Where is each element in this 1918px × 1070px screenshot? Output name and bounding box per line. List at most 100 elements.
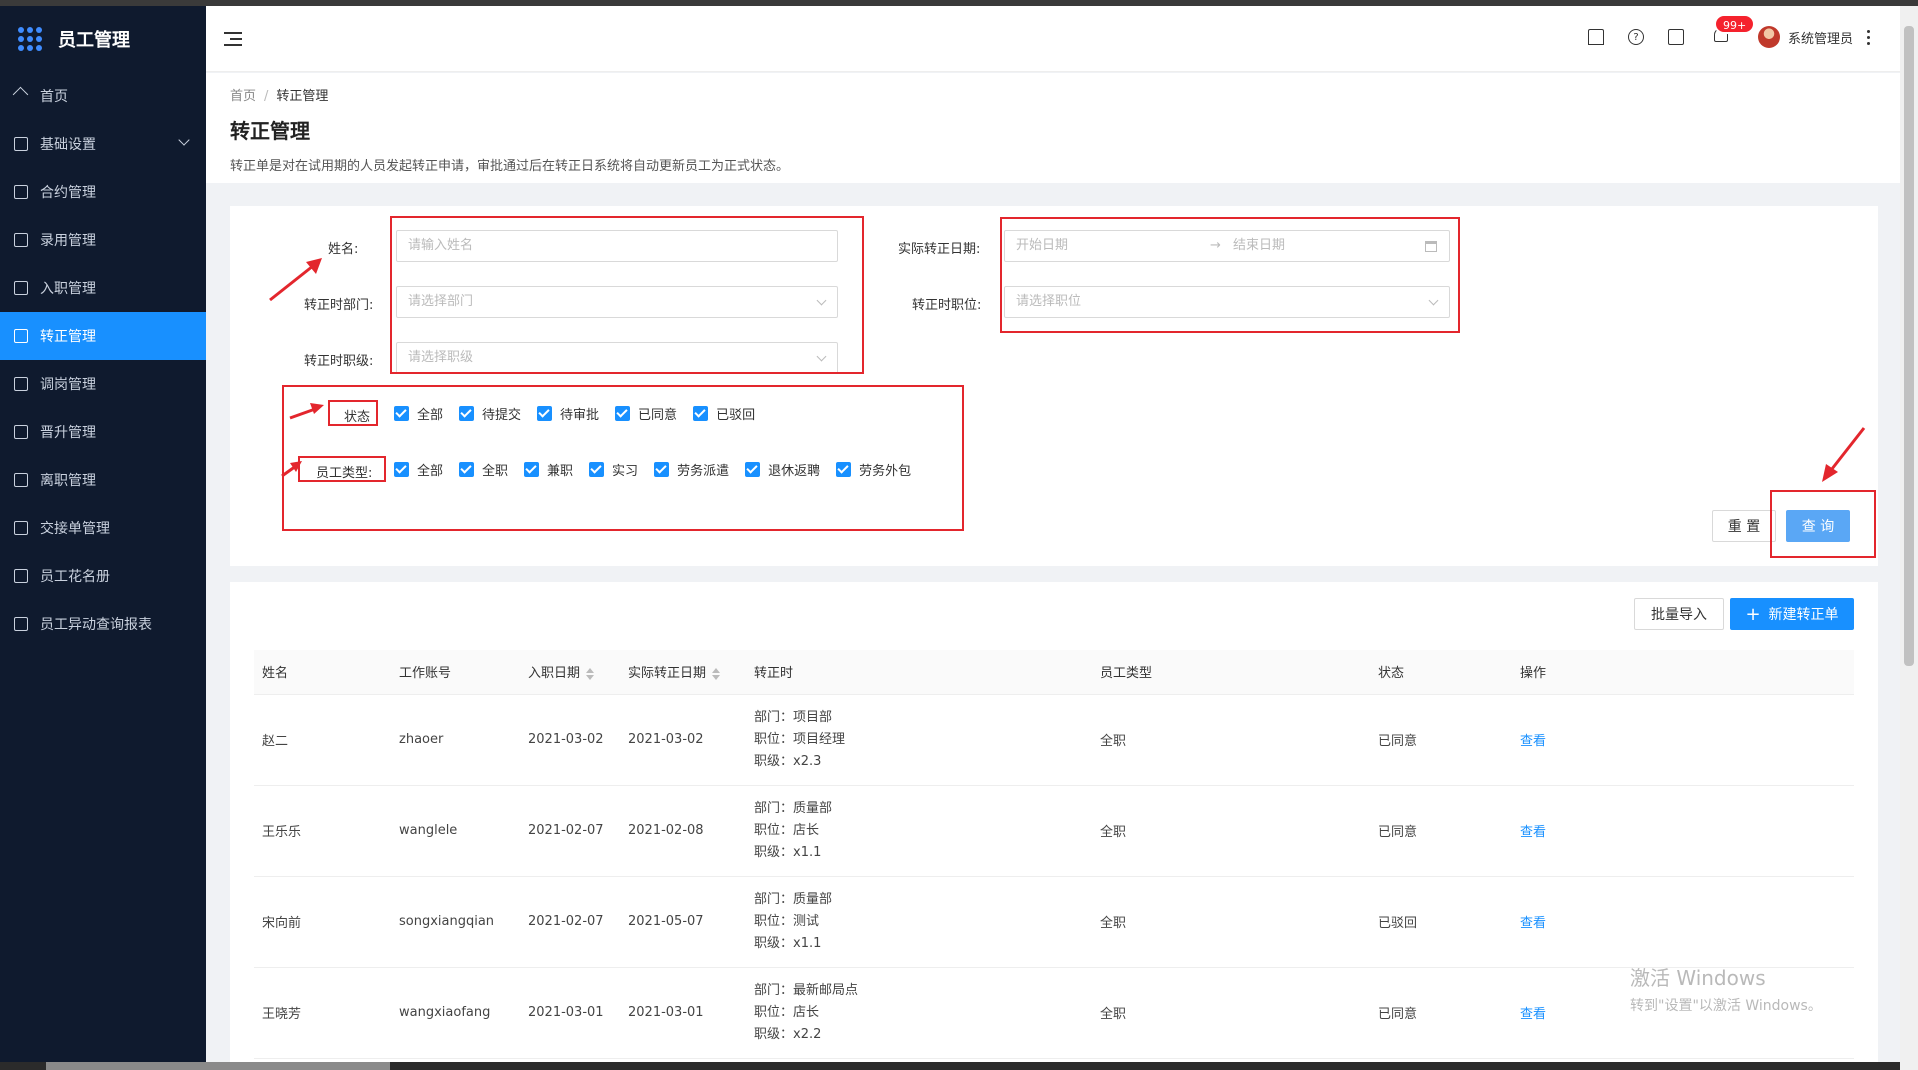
transition-position: 职位：测试 (754, 913, 820, 929)
view-link[interactable]: 查看 (1520, 916, 1546, 931)
transition-level: 职级：x1.1 (754, 935, 822, 951)
checkbox-label: 退休返聘 (768, 464, 821, 479)
sidebar-item-label: 录用管理 (40, 233, 96, 249)
sidebar-item-roster[interactable]: 员工花名册 (0, 552, 206, 600)
chevron-down-icon (816, 295, 827, 306)
checkbox-label: 劳务外包 (859, 464, 912, 479)
report-icon (14, 617, 28, 631)
type-checkbox-fulltime[interactable]: 全职 (459, 460, 508, 479)
type-checkbox-rehire[interactable]: 退休返聘 (745, 460, 820, 479)
view-link[interactable]: 查看 (1520, 734, 1546, 749)
date-range-picker[interactable]: 开始日期 → 结束日期 (1004, 230, 1450, 262)
vertical-scrollbar[interactable] (1900, 6, 1918, 1070)
checkbox-label: 已同意 (638, 408, 678, 423)
col-join-date[interactable]: 入职日期 (520, 650, 620, 695)
sidebar-item-label: 交接单管理 (40, 521, 110, 537)
page-title: 转正管理 (230, 119, 310, 143)
status-checkbox-rejected[interactable]: 已驳回 (693, 404, 755, 423)
type-checkbox-all[interactable]: 全部 (394, 460, 443, 479)
cell-status: 已同意 (1370, 967, 1512, 1059)
breadcrumb-home[interactable]: 首页 (230, 89, 256, 104)
menu-fold-icon[interactable] (224, 32, 242, 46)
brand[interactable]: 员工管理 (0, 6, 206, 72)
col-label: 实际转正日期 (628, 666, 707, 682)
status-checkbox-pending-submit[interactable]: 待提交 (459, 404, 521, 423)
sidebar-item-transfer[interactable]: 调岗管理 (0, 360, 206, 408)
sidebar-item-resignation[interactable]: 离职管理 (0, 456, 206, 504)
notification-bell[interactable]: 99+ (1713, 14, 1756, 46)
cell-status: 已同意 (1370, 694, 1512, 786)
scrollbar-thumb[interactable] (46, 1062, 390, 1070)
sidebar-item-handover[interactable]: 交接单管理 (0, 504, 206, 552)
position-label: 转正时职位: (912, 298, 982, 313)
reset-button[interactable]: 重 置 (1712, 510, 1776, 542)
checkbox-label: 全部 (417, 464, 444, 479)
name-input[interactable]: 请输入姓名 (396, 230, 838, 262)
watermark-line2: 转到"设置"以激活 Windows。 (1630, 998, 1822, 1014)
transition-dept: 部门：质量部 (754, 891, 833, 907)
type-checkbox-outsourced[interactable]: 劳务外包 (836, 460, 911, 479)
view-link[interactable]: 查看 (1520, 1007, 1546, 1022)
horizontal-scrollbar[interactable] (0, 1062, 1900, 1070)
username[interactable]: 系统管理员 (1788, 28, 1853, 47)
type-checkbox-dispatch[interactable]: 劳务派遣 (654, 460, 729, 479)
checkbox-label: 待审批 (560, 408, 600, 423)
checkbox-label: 已驳回 (716, 408, 756, 423)
user-leave-icon (14, 473, 28, 487)
type-checkbox-parttime[interactable]: 兼职 (524, 460, 573, 479)
apps-icon[interactable] (1667, 29, 1684, 45)
scrollbar-thumb[interactable] (1904, 26, 1914, 666)
sidebar-item-regularization[interactable]: 转正管理 (0, 312, 206, 360)
cell-name: 赵二 (254, 694, 391, 786)
cell-account: wanglele (391, 785, 520, 877)
col-transition: 转正时 (746, 650, 1092, 695)
status-checkbox-pending-approval[interactable]: 待审批 (537, 404, 599, 423)
mail-icon (14, 137, 28, 151)
sidebar-item-label: 晋升管理 (40, 425, 96, 441)
sidebar-item-basic-settings[interactable]: 基础设置 (0, 120, 206, 168)
sidebar-item-home[interactable]: 首页 (0, 72, 206, 120)
sidebar-item-contract[interactable]: 合约管理 (0, 168, 206, 216)
dept-select[interactable]: 请选择部门 (396, 286, 838, 318)
table-row: 王乐乐 wanglele 2021-02-07 2021-02-08 部门：质量… (254, 785, 1854, 877)
checkbox-label: 待提交 (482, 408, 522, 423)
position-select[interactable]: 请选择职位 (1004, 286, 1450, 318)
view-link[interactable]: 查看 (1520, 825, 1546, 840)
dept-label: 转正时部门: (304, 298, 374, 313)
dept-placeholder: 请选择部门 (408, 294, 474, 309)
avatar[interactable] (1757, 26, 1780, 48)
help-icon[interactable]: ? (1627, 29, 1644, 45)
breadcrumb-current: 转正管理 (276, 89, 329, 104)
cell-regular-date: 2021-03-02 (620, 694, 746, 786)
sort-icon[interactable] (712, 667, 721, 680)
sidebar-item-onboarding[interactable]: 入职管理 (0, 264, 206, 312)
col-regular-date[interactable]: 实际转正日期 (620, 650, 746, 695)
transition-position: 职位：店长 (754, 822, 820, 838)
date-end-placeholder: 结束日期 (1233, 238, 1286, 253)
new-regularization-button[interactable]: + 新建转正单 (1730, 598, 1854, 630)
status-checkbox-approved[interactable]: 已同意 (615, 404, 677, 423)
sidebar: 员工管理 首页 基础设置 合约管理 录用管理 入职管理 转正管理 调岗管理 晋升… (0, 6, 206, 1070)
status-label: 状态 (344, 410, 371, 425)
breadcrumb: 首页 / 转正管理 (230, 89, 329, 104)
level-select[interactable]: 请选择职级 (396, 342, 838, 374)
employee-type-checkbox-group: 全部 全职 兼职 实习 劳务派遣 退休返聘 劳务外包 (394, 460, 927, 479)
file-icon (14, 281, 28, 295)
chevron-down-icon (1428, 295, 1439, 306)
cell-name: 王晓芳 (254, 967, 391, 1059)
more-vertical-icon[interactable] (1867, 28, 1870, 46)
date-label: 实际转正日期: (898, 242, 981, 257)
batch-import-button[interactable]: 批量导入 (1634, 598, 1724, 630)
status-checkbox-all[interactable]: 全部 (394, 404, 443, 423)
query-button[interactable]: 查 询 (1786, 510, 1850, 542)
sidebar-item-hiring[interactable]: 录用管理 (0, 216, 206, 264)
type-checkbox-intern[interactable]: 实习 (589, 460, 638, 479)
cell-regular-date: 2021-03-01 (620, 967, 746, 1059)
sidebar-item-promotion[interactable]: 晋升管理 (0, 408, 206, 456)
sort-icon[interactable] (586, 667, 595, 680)
sidebar-item-change-report[interactable]: 员工异动查询报表 (0, 600, 206, 648)
table-row: 王晓芳 wangxiaofang 2021-03-01 2021-03-01 部… (254, 967, 1854, 1059)
sidebar-item-label: 调岗管理 (40, 377, 96, 393)
sidebar-item-label: 入职管理 (40, 281, 96, 297)
home-icon[interactable] (1587, 29, 1604, 45)
